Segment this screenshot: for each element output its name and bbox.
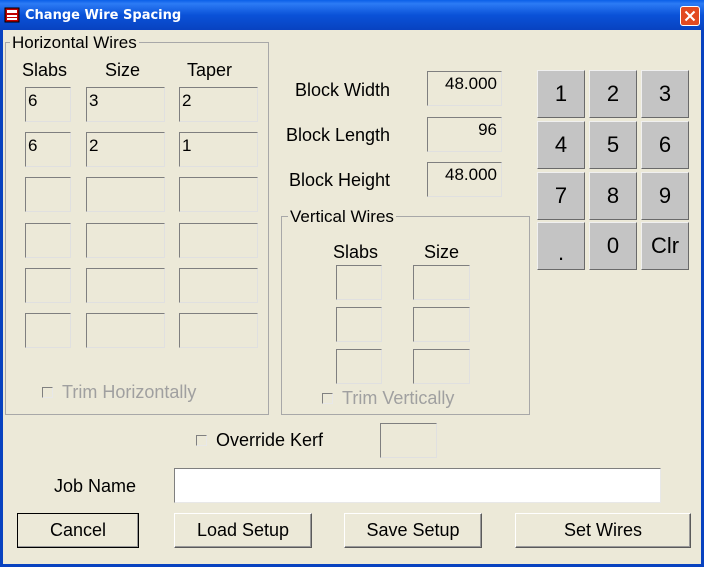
load-setup-button[interactable]: Load Setup [174,513,312,548]
keypad-4-button[interactable]: 4 [537,121,585,169]
v-size-field[interactable] [413,307,470,342]
block-length-label: Block Length [286,125,391,145]
keypad-9-button[interactable]: 9 [641,172,689,220]
block-width-label: Block Width [295,80,391,100]
v-size-field[interactable] [413,349,470,384]
block-height-label: Block Height [289,170,391,190]
keypad-2-button[interactable]: 2 [589,70,637,118]
v-size-field[interactable] [413,265,470,300]
v-slabs-field[interactable] [336,349,382,384]
save-setup-button[interactable]: Save Setup [344,513,482,548]
keypad-5-button[interactable]: 5 [589,121,637,169]
keypad-7-button[interactable]: 7 [537,172,585,220]
cancel-button[interactable]: Cancel [17,513,139,548]
v-slabs-field[interactable] [336,265,382,300]
h-taper-field[interactable] [179,268,258,303]
h-slabs-field[interactable]: 6 [25,132,71,167]
window-title: Change Wire Spacing [25,8,182,23]
set-wires-button[interactable]: Set Wires [515,513,691,548]
override-kerf-checkbox[interactable] [196,435,207,446]
close-button[interactable] [680,6,700,26]
trim-vertically-checkbox[interactable] [322,393,333,404]
h-size-field[interactable] [86,313,165,348]
app-icon [4,7,20,23]
override-kerf-field[interactable] [380,423,437,458]
h-slabs-field[interactable] [25,313,71,348]
window-frame [0,30,3,567]
h-taper-field[interactable]: 1 [179,132,258,167]
h-slabs-field[interactable] [25,223,71,258]
keypad-clear-button[interactable]: Clr [641,222,689,270]
vertical-wires-title: Vertical Wires [288,207,396,226]
trim-horizontally-label: Trim Horizontally [62,382,197,402]
trim-vertically-label: Trim Vertically [342,388,455,408]
keypad-dot-button[interactable]: . [537,222,585,270]
v-col-slabs: Slabs [333,242,379,262]
job-name-label: Job Name [54,476,137,496]
h-taper-field[interactable] [179,177,258,212]
h-taper-field[interactable] [179,223,258,258]
h-size-field[interactable]: 2 [86,132,165,167]
close-icon [684,10,696,22]
keypad-1-button[interactable]: 1 [537,70,585,118]
h-slabs-field[interactable] [25,268,71,303]
override-kerf-label: Override Kerf [216,430,324,450]
h-taper-field[interactable]: 2 [179,87,258,122]
h-slabs-field[interactable]: 6 [25,87,71,122]
keypad-0-button[interactable]: 0 [589,222,637,270]
h-col-size: Size [105,60,141,80]
block-height-field[interactable]: 48.000 [427,162,502,197]
h-size-field[interactable] [86,223,165,258]
v-col-size: Size [424,242,460,262]
h-size-field[interactable]: 3 [86,87,165,122]
h-col-taper: Taper [187,60,233,80]
job-name-input[interactable] [174,468,661,503]
block-width-field[interactable]: 48.000 [427,71,502,106]
h-taper-field[interactable] [179,313,258,348]
title-bar[interactable]: Change Wire Spacing [0,0,704,30]
vertical-wires-group [281,216,530,415]
h-slabs-field[interactable] [25,177,71,212]
h-size-field[interactable] [86,177,165,212]
h-col-slabs: Slabs [22,60,68,80]
v-slabs-field[interactable] [336,307,382,342]
keypad-3-button[interactable]: 3 [641,70,689,118]
horizontal-wires-title: Horizontal Wires [10,33,139,52]
block-length-field[interactable]: 96 [427,117,502,152]
trim-horizontally-checkbox[interactable] [42,387,53,398]
keypad-6-button[interactable]: 6 [641,121,689,169]
keypad-8-button[interactable]: 8 [589,172,637,220]
h-size-field[interactable] [86,268,165,303]
